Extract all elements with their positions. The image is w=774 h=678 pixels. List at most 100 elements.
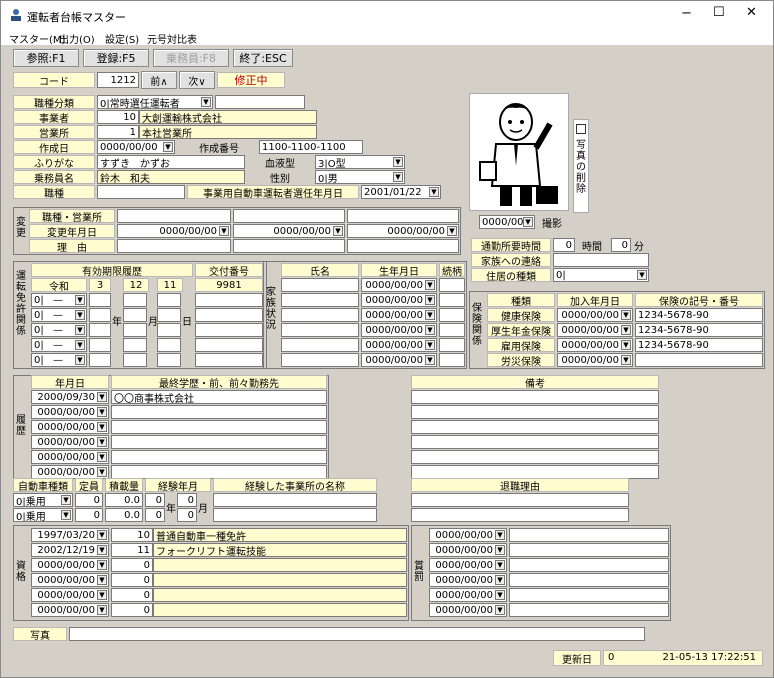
henko-date-1[interactable]: 0000/00/00 ▼ xyxy=(117,224,231,238)
insurance-no[interactable]: 1234-5678-90 xyxy=(635,338,763,352)
menu-settings[interactable]: 設定(S) xyxy=(105,31,139,46)
retire-input[interactable] xyxy=(411,493,629,507)
shobatsu-input[interactable] xyxy=(509,573,669,587)
sakuseibi-input[interactable]: 0000/00/00 ▼ xyxy=(97,140,175,154)
license-koufu-input[interactable] xyxy=(195,323,263,337)
license-koufu-input[interactable] xyxy=(195,308,263,322)
next-button[interactable]: 次∨ xyxy=(179,71,215,89)
ref-button[interactable]: 参照:F1 xyxy=(13,49,79,67)
close-button[interactable]: ✕ xyxy=(746,5,757,20)
vehicle-load-input[interactable]: 0.0 xyxy=(105,493,143,507)
history-text[interactable] xyxy=(111,420,327,434)
vehicle-cap-input[interactable]: 0 xyxy=(75,493,103,507)
qual-no[interactable]: 0 xyxy=(111,603,153,617)
shokushu-bunrui-select[interactable]: 0|常時選任運転者 ▼ xyxy=(97,95,213,109)
henko-reason-3[interactable] xyxy=(347,239,459,253)
family-relation-input[interactable] xyxy=(439,323,465,337)
insurance-no[interactable]: 1234-5678-90 xyxy=(635,323,763,337)
shobatsu-input[interactable] xyxy=(509,603,669,617)
qual-no[interactable]: 10 xyxy=(111,528,153,542)
insurance-join-date[interactable]: 0000/00/00 ▼ xyxy=(557,353,633,367)
sakusei-no-input[interactable]: 1100-1100-1100 xyxy=(259,140,363,154)
insurance-join-date[interactable]: 0000/00/00 ▼ xyxy=(557,308,633,322)
qual-no[interactable]: 0 xyxy=(111,588,153,602)
menu-output[interactable]: 出力(O) xyxy=(59,31,95,46)
family-birth-input[interactable]: 0000/00/00 ▼ xyxy=(361,353,437,367)
shobatsu-date[interactable]: 0000/00/00 ▼ xyxy=(429,528,507,542)
bikou-input[interactable] xyxy=(411,450,659,464)
shobatsu-date[interactable]: 0000/00/00 ▼ xyxy=(429,588,507,602)
shobatsu-date[interactable]: 0000/00/00 ▼ xyxy=(429,573,507,587)
license-month-input[interactable] xyxy=(123,293,147,307)
bikou-input[interactable] xyxy=(411,405,659,419)
shobatsu-input[interactable] xyxy=(509,543,669,557)
shobatsu-date[interactable]: 0000/00/00 ▼ xyxy=(429,543,507,557)
commute-hours[interactable]: 0 xyxy=(553,238,575,252)
family-birth-input[interactable]: 0000/00/00 ▼ xyxy=(361,278,437,292)
family-name-input[interactable] xyxy=(281,293,359,307)
insurance-join-date[interactable]: 0000/00/00 ▼ xyxy=(557,338,633,352)
license-day-input[interactable] xyxy=(157,323,181,337)
furigana-input[interactable]: すずき かずお xyxy=(97,155,245,169)
family-contact-input[interactable] xyxy=(553,253,649,267)
qual-date[interactable]: 0000/00/00 ▼ xyxy=(31,588,109,602)
henko-office-1[interactable] xyxy=(117,209,231,223)
vehicle-office-input[interactable] xyxy=(213,493,377,507)
henko-office-3[interactable] xyxy=(347,209,459,223)
qual-no[interactable]: 0 xyxy=(111,558,153,572)
retire-input[interactable] xyxy=(411,508,629,522)
history-date[interactable]: 0000/00/00 ▼ xyxy=(31,405,109,419)
eigyosho-no[interactable]: 1 xyxy=(97,125,139,139)
crew-button[interactable]: 乗務員:F8 xyxy=(153,49,229,67)
qual-no[interactable]: 11 xyxy=(111,543,153,557)
family-relation-input[interactable] xyxy=(439,278,465,292)
shobatsu-input[interactable] xyxy=(509,528,669,542)
shobatsu-date[interactable]: 0000/00/00 ▼ xyxy=(429,558,507,572)
history-date[interactable]: 0000/00/00 ▼ xyxy=(31,420,109,434)
henko-date-3[interactable]: 0000/00/00 ▼ xyxy=(347,224,459,238)
vehicle-cap-input[interactable]: 0 xyxy=(75,508,103,522)
family-birth-input[interactable]: 0000/00/00 ▼ xyxy=(361,308,437,322)
license-year-input[interactable] xyxy=(89,293,111,307)
vehicle-load-input[interactable]: 0.0 xyxy=(105,508,143,522)
qual-date[interactable]: 0000/00/00 ▼ xyxy=(31,558,109,572)
bikou-input[interactable] xyxy=(411,420,659,434)
license-year-input[interactable] xyxy=(89,308,111,322)
family-birth-input[interactable]: 0000/00/00 ▼ xyxy=(361,293,437,307)
license-month-input[interactable] xyxy=(123,338,147,352)
family-relation-input[interactable] xyxy=(439,338,465,352)
vehicle-type-select[interactable]: 0|乗用 ▼ xyxy=(13,493,73,507)
history-text[interactable] xyxy=(111,405,327,419)
history-date[interactable]: 2000/09/30 ▼ xyxy=(31,390,109,404)
shobatsu-input[interactable] xyxy=(509,558,669,572)
license-year-input[interactable] xyxy=(89,353,111,367)
qual-date[interactable]: 1997/03/20 ▼ xyxy=(31,528,109,542)
bikou-input[interactable] xyxy=(411,465,659,479)
vehicle-office-input[interactable] xyxy=(213,508,377,522)
vehicle-exp-month[interactable]: 0 xyxy=(177,508,197,522)
housing-select[interactable]: 0| ▼ xyxy=(553,268,649,282)
family-relation-input[interactable] xyxy=(439,293,465,307)
history-text[interactable] xyxy=(111,450,327,464)
family-name-input[interactable] xyxy=(281,353,359,367)
license-month-input[interactable] xyxy=(123,353,147,367)
family-name-input[interactable] xyxy=(281,308,359,322)
insurance-no[interactable] xyxy=(635,353,763,367)
vehicle-type-select[interactable]: 0|乗用 ▼ xyxy=(13,508,73,522)
license-koufu-input[interactable] xyxy=(195,293,263,307)
shobatsu-input[interactable] xyxy=(509,588,669,602)
history-date[interactable]: 0000/00/00 ▼ xyxy=(31,435,109,449)
license-koufu-input[interactable] xyxy=(195,353,263,367)
exit-button[interactable]: 終了:ESC xyxy=(233,49,293,67)
history-date[interactable]: 0000/00/00 ▼ xyxy=(31,465,109,479)
family-birth-input[interactable]: 0000/00/00 ▼ xyxy=(361,338,437,352)
license-year-input[interactable] xyxy=(89,323,111,337)
license-month-input[interactable] xyxy=(123,323,147,337)
shobatsu-date[interactable]: 0000/00/00 ▼ xyxy=(429,603,507,617)
history-text[interactable] xyxy=(111,435,327,449)
history-date[interactable]: 0000/00/00 ▼ xyxy=(31,450,109,464)
minimize-button[interactable]: − xyxy=(681,6,692,21)
family-name-input[interactable] xyxy=(281,323,359,337)
commute-minutes[interactable]: 0 xyxy=(611,238,631,252)
family-name-input[interactable] xyxy=(281,278,359,292)
